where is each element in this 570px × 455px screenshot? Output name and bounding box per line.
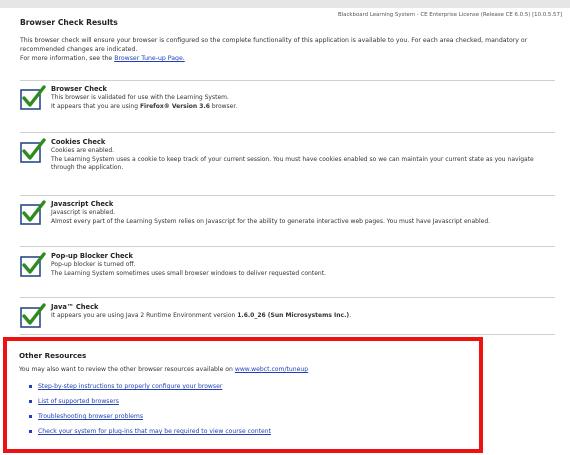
top-bar [0,0,570,8]
header-info: Blackboard Learning System - CE Enterpri… [337,12,562,18]
detail-prefix: It appears that you are using [51,102,140,110]
check-detail: The Learning System uses a cookie to kee… [51,155,534,172]
check-status: Javascript is enabled. [51,209,116,216]
check-title: Cookies Check [51,138,106,146]
list-item: List of supported browsers [29,394,271,409]
checkbox-checked-icon [20,200,46,225]
detail-suffix: browser. [209,102,238,110]
browser-tuneup-link[interactable]: Browser Tune-up Page. [114,55,185,62]
check-detail: It appears that you are using Firefox® V… [51,103,556,112]
bullet-icon [29,399,32,403]
divider [20,80,555,81]
bullet-icon [29,414,32,418]
resource-link-supported-browsers[interactable]: List of supported browsers [38,398,119,405]
bullet-icon [29,384,32,388]
other-resources-title: Other Resources [19,351,87,360]
check-title: Browser Check [51,85,107,93]
check-title: Java™ Check [51,303,99,311]
page-title: Browser Check Results [20,18,118,27]
resources-intro-prefix: You may also want to review the other br… [19,366,235,373]
other-resources-intro: You may also want to review the other br… [19,366,308,373]
checkbox-checked-icon [20,303,46,328]
check-status: This browser is validated for use with t… [51,94,229,101]
divider [20,246,555,247]
list-item: Check your system for plug-ins that may … [29,424,271,439]
check-title: Javascript Check [51,200,114,208]
divider [20,195,555,196]
check-status: It appears you are using Java 2 Runtime … [51,312,556,321]
browser-check-page: Blackboard Learning System - CE Enterpri… [0,0,570,455]
intro-more-info: For more information, see the Browser Tu… [20,55,185,62]
check-status: Pop-up blocker is turned off. [51,261,136,268]
checkbox-checked-icon [20,252,46,277]
list-item: Troubleshooting browser problems [29,409,271,424]
intro-more-prefix: For more information, see the [20,55,115,62]
divider [20,297,555,298]
resource-link-plugins[interactable]: Check your system for plug-ins that may … [38,428,271,435]
resource-links-list: Step-by-step instructions to properly co… [29,379,271,439]
detail-browser-version: Firefox® Version 3.6 [139,102,210,110]
intro-text: This browser check will ensure your brow… [20,37,528,53]
java-version: 1.6.0_26 (Sun Microsystems Inc.) [237,312,350,319]
bullet-icon [29,429,32,433]
webct-tuneup-link[interactable]: www.webct.com/tuneup [235,366,308,373]
checkbox-checked-icon [20,85,46,110]
check-title: Pop-up Blocker Check [51,252,133,260]
resource-link-configure-browser[interactable]: Step-by-step instructions to properly co… [38,383,222,390]
divider [20,132,555,133]
list-item: Step-by-step instructions to properly co… [29,379,271,394]
check-detail: Almost every part of the Learning System… [51,217,491,225]
java-suffix: . [349,312,352,319]
check-status: Cookies are enabled. [51,147,115,154]
divider [20,334,555,335]
check-detail: The Learning System sometimes uses small… [51,269,326,277]
checkbox-checked-icon [20,138,46,163]
resource-link-troubleshooting[interactable]: Troubleshooting browser problems [38,413,143,420]
java-prefix: It appears you are using Java 2 Runtime … [51,312,238,319]
